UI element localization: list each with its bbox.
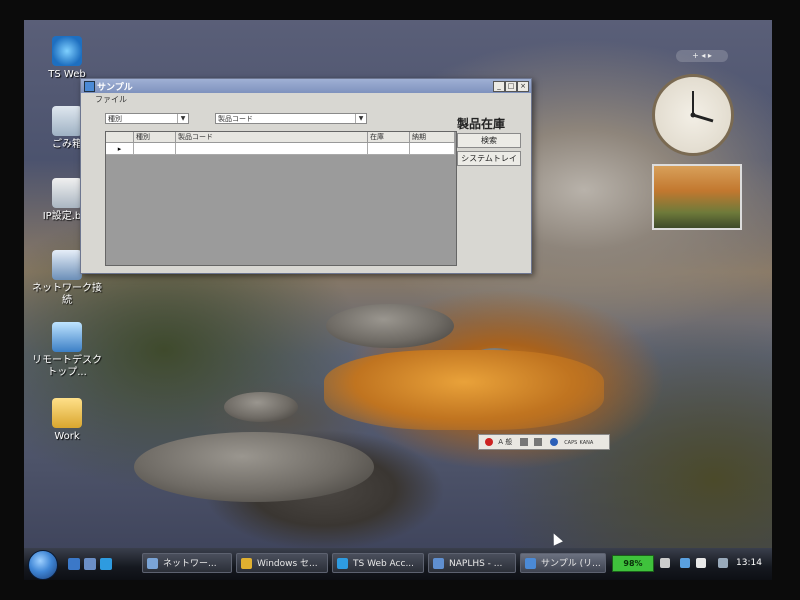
menu-file[interactable]: ファイル <box>95 95 127 104</box>
volume-tray-icon[interactable] <box>696 558 706 568</box>
taskbar-item-ts-web[interactable]: TS Web Acc... <box>332 553 424 573</box>
menu-bar: ファイル <box>81 93 531 106</box>
wallpaper-rock <box>134 432 374 502</box>
grid-corner <box>106 132 134 143</box>
taskbar-item-label: NAPLHS - ... <box>449 559 503 569</box>
taskbar: ネットワー... Windows セ... TS Web Acc... NAPL… <box>24 548 772 580</box>
wallpaper-reflection <box>324 350 604 430</box>
column-header-category[interactable]: 種別 <box>134 132 176 143</box>
ie-icon <box>337 558 348 569</box>
category-select[interactable]: 種別 ▼ <box>105 113 189 124</box>
window-title: サンプル <box>97 83 133 93</box>
ime-tool-icon <box>520 438 529 446</box>
taskbar-item-naplhs[interactable]: NAPLHS - ... <box>428 553 516 573</box>
gear-file-icon <box>52 178 82 208</box>
desktop-icon-remote-desktop[interactable]: リモートデスクトップ... <box>32 322 102 379</box>
chevron-down-icon: ▼ <box>355 114 366 123</box>
network-icon <box>147 558 158 569</box>
remote-desktop-icon <box>433 558 444 569</box>
product-select-value: 製品コード <box>218 115 253 123</box>
desktop-icon-label: リモートデスクトップ... <box>32 355 102 378</box>
help-icon <box>549 438 558 446</box>
start-button[interactable] <box>28 550 58 580</box>
folder-icon <box>52 398 82 428</box>
remote-desktop-icon <box>52 322 82 352</box>
chevron-down-icon: ▼ <box>177 114 188 123</box>
language-bar[interactable]: A 般 CAPS KANA <box>478 434 610 450</box>
window-titlebar[interactable]: サンプル _ □ × <box>81 79 531 93</box>
language-bar-mode: A 般 <box>498 438 513 446</box>
sidebar-control[interactable]: + ◂ ▸ <box>676 50 728 62</box>
kana-indicator: KANA <box>579 440 594 446</box>
ime-icon <box>485 438 493 446</box>
inventory-grid[interactable]: 種別 製品コード 在庫 納期 ▸ <box>105 131 457 266</box>
network-connections-icon <box>52 250 82 280</box>
clock-face-icon <box>690 91 714 123</box>
column-header-due-date[interactable]: 納期 <box>410 132 455 143</box>
column-header-stock[interactable]: 在庫 <box>368 132 410 143</box>
tray-icon[interactable] <box>718 558 728 568</box>
minimize-button[interactable]: _ <box>493 81 505 92</box>
desktop-icon-work[interactable]: Work <box>32 398 102 443</box>
system-tray-button[interactable]: システムトレイ <box>457 151 521 166</box>
search-button[interactable]: 検索 <box>457 133 521 148</box>
taskbar-item-label: TS Web Acc... <box>353 559 415 569</box>
taskbar-item-windows-security[interactable]: Windows セ... <box>236 553 328 573</box>
ime-tool-icon <box>533 438 542 446</box>
grid-cell[interactable] <box>368 143 410 155</box>
product-select[interactable]: 製品コード ▼ <box>215 113 367 124</box>
ie-quicklaunch-icon[interactable] <box>100 558 112 570</box>
desktop-icon-label: ネットワーク接続 <box>32 283 102 306</box>
row-marker: ▸ <box>106 143 134 155</box>
show-desktop-icon[interactable] <box>68 558 80 570</box>
category-select-value: 種別 <box>108 115 122 123</box>
network-tray-icon[interactable] <box>680 558 690 568</box>
desktop: TS Web ごみ箱 IP設定.bat ネットワーク接続 リモートデスクトップ.… <box>24 20 772 580</box>
taskbar-item-label: サンプル (リ... <box>541 559 601 569</box>
taskbar-item-sample[interactable]: サンプル (リ... <box>520 553 606 573</box>
desktop-icon-ts-web[interactable]: TS Web <box>32 36 102 81</box>
desktop-icon-label: ごみ箱 <box>52 139 82 150</box>
taskbar-item-label: Windows セ... <box>257 559 318 569</box>
grid-cell[interactable] <box>134 143 176 155</box>
taskbar-item-label: ネットワー... <box>163 559 217 569</box>
column-header-product-code[interactable]: 製品コード <box>176 132 368 143</box>
taskbar-clock[interactable]: 13:14 <box>736 554 762 572</box>
wallpaper-rock <box>326 304 454 348</box>
windows-security-icon <box>241 558 252 569</box>
app-icon <box>84 81 95 92</box>
app-icon <box>525 558 536 569</box>
tray-icon[interactable] <box>660 558 670 568</box>
caps-indicator: CAPS <box>564 440 578 446</box>
battery-indicator[interactable]: 98% <box>612 555 654 572</box>
close-button[interactable]: × <box>517 81 529 92</box>
sample-window: サンプル _ □ × ファイル 種別 ▼ 製品コード ▼ 製品在庫 検索 システ… <box>80 78 532 274</box>
mouse-cursor-icon <box>549 531 563 546</box>
maximize-button[interactable]: □ <box>505 81 517 92</box>
recycle-bin-icon <box>52 106 82 136</box>
clock-gadget <box>652 74 734 156</box>
wallpaper-rock <box>224 392 298 422</box>
slideshow-gadget <box>652 164 742 230</box>
taskbar-item-network[interactable]: ネットワー... <box>142 553 232 573</box>
page-title: 製品在庫 <box>457 117 506 131</box>
grid-cell[interactable] <box>410 143 455 155</box>
ie-shortcut-icon <box>52 36 82 66</box>
desktop-icon-label: Work <box>54 431 80 442</box>
grid-cell[interactable] <box>176 143 368 155</box>
switch-windows-icon[interactable] <box>84 558 96 570</box>
